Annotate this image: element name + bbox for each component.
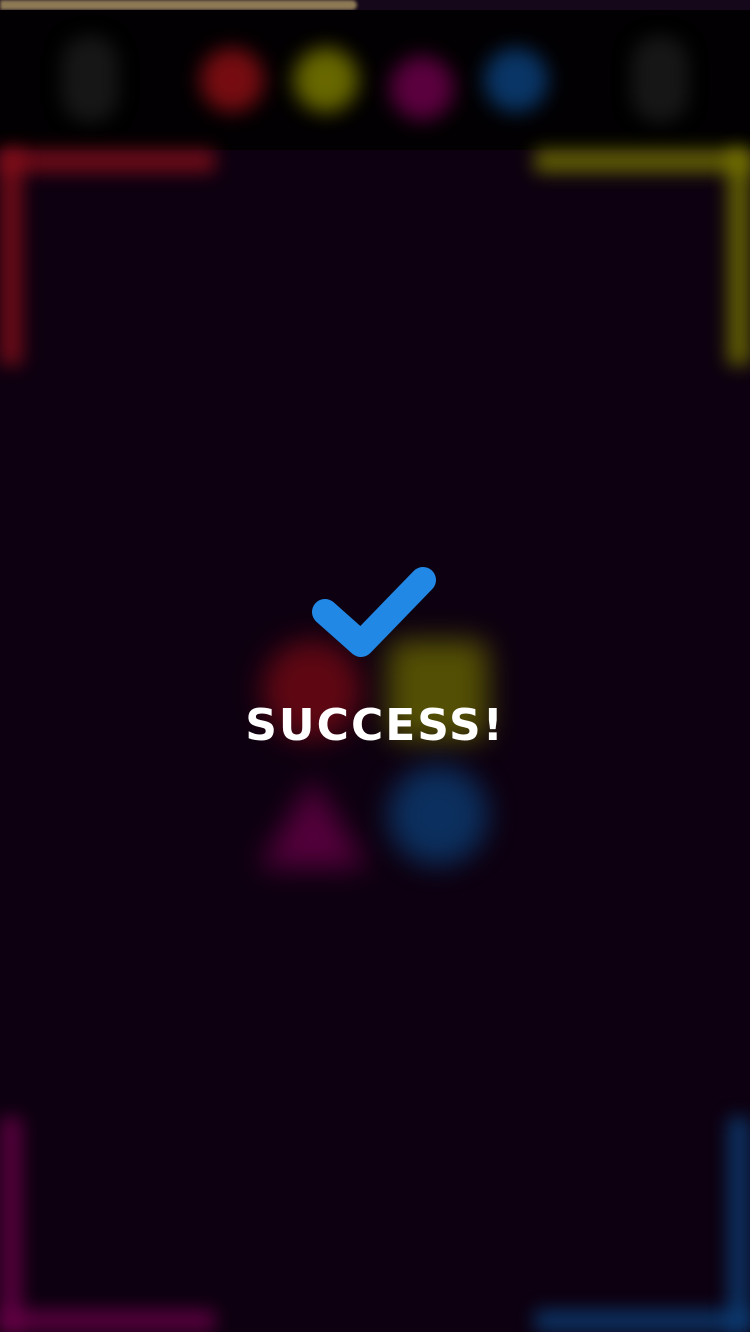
red-dot	[200, 48, 264, 112]
magenta-triangle-shape	[258, 778, 368, 868]
settings-button-icon[interactable]	[632, 36, 688, 122]
corner-bottom-right-h	[535, 1310, 750, 1332]
level-progress-fill	[0, 0, 357, 10]
success-overlay: SUCCESS!	[0, 550, 750, 751]
corner-bottom-left-h	[0, 1310, 215, 1332]
yellow-dot	[294, 48, 358, 112]
blue-circle-shape	[388, 765, 488, 865]
checkmark-path	[312, 567, 436, 657]
corner-top-right-v	[728, 150, 750, 365]
blue-dot	[484, 48, 548, 112]
checkmark-icon	[312, 567, 436, 657]
magenta-dot	[390, 56, 454, 120]
corner-top-right-h	[535, 150, 750, 172]
game-screen: SUCCESS!	[0, 0, 750, 1332]
success-message: SUCCESS!	[245, 700, 505, 751]
corner-bottom-right-v	[728, 1117, 750, 1332]
corner-top-left-v	[0, 150, 22, 365]
corner-bottom-left-v	[0, 1117, 22, 1332]
level-progress-bar	[0, 0, 750, 10]
menu-button-icon[interactable]	[62, 36, 118, 122]
corner-top-left-h	[0, 150, 215, 172]
top-bar	[0, 10, 750, 150]
